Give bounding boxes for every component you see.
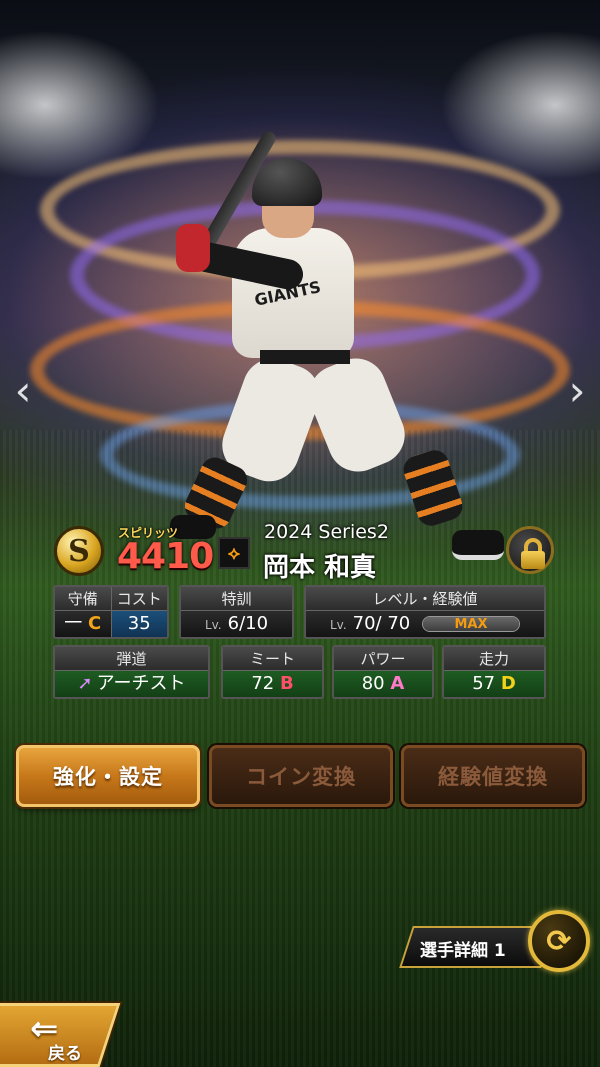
training-label: 特訓 [181, 587, 292, 611]
lock-body [521, 551, 545, 569]
exp-max-label: MAX [454, 617, 488, 632]
defense-cost-panel: 守備 コスト 一 C 35 [53, 585, 169, 639]
meet-label: ミート [223, 647, 322, 671]
defense-value: 一 C [55, 611, 111, 637]
defense-cost-values: 一 C 35 [55, 611, 167, 637]
up-right-arrow-icon: ➚ [77, 673, 93, 694]
level-lv-prefix: Lv. [329, 618, 347, 632]
meet-value: 72 [251, 673, 275, 694]
batting-glove [176, 224, 210, 272]
cost-value: 35 [110, 611, 167, 637]
next-player-arrow-icon[interactable]: › [562, 368, 592, 416]
rank-letter: S [68, 533, 90, 569]
trajectory-panel: 弾道 ➚ アーチスト [53, 645, 210, 699]
back-label[interactable]: 戻る [48, 1039, 82, 1064]
cost-label: コスト [110, 587, 167, 611]
defense-position: 一 [64, 613, 83, 634]
trajectory-label: 弾道 [55, 647, 208, 671]
trajectory-value: アーチスト [96, 673, 186, 694]
swap-view-icon[interactable]: ⟳ [528, 910, 590, 972]
coin-convert-button[interactable]: コイン変換 [209, 745, 393, 807]
level-progress: 70/ 70 [352, 613, 411, 634]
training-lv-prefix: Lv. [204, 618, 222, 632]
level-label: レベル・経験値 [306, 587, 544, 611]
training-progress: 6/10 [227, 613, 269, 634]
spirits-value: 4410 [117, 536, 214, 577]
speed-panel: 走力 57 D [442, 645, 546, 699]
defense-grade: C [88, 613, 102, 634]
player-belt [260, 350, 350, 364]
rank-badge: S [54, 526, 104, 576]
prev-player-arrow-icon[interactable]: ‹ [8, 368, 38, 416]
training-panel: 特訓 Lv. 6/10 [179, 585, 294, 639]
speed-grade: D [500, 673, 516, 694]
speed-label: 走力 [444, 647, 544, 671]
card-series: 2024 Series2 [264, 521, 389, 543]
meet-panel: ミート 72 B [221, 645, 324, 699]
exp-bar: MAX [422, 616, 520, 632]
team-logo-icon: ⟡ [218, 537, 250, 569]
training-value: Lv. 6/10 [181, 611, 292, 637]
exp-convert-button[interactable]: 経験値変換 [401, 745, 585, 807]
power-value: 80 [361, 673, 385, 694]
meet-grade: B [279, 673, 294, 694]
level-panel: レベル・経験値 Lv. 70/ 70 MAX [304, 585, 546, 639]
speed-value: 57 [472, 673, 496, 694]
level-value: Lv. 70/ 70 MAX [306, 611, 544, 637]
power-value-row: 80 A [334, 671, 432, 697]
player-torso: GIANTS [232, 228, 354, 358]
player-shoe [452, 530, 504, 560]
lock-icon[interactable] [506, 526, 554, 574]
enhance-settings-button[interactable]: 強化・設定 [16, 745, 200, 807]
defense-cost-headers: 守備 コスト [55, 587, 167, 611]
player-detail-label[interactable]: 選手詳細 1 [420, 936, 506, 961]
meet-value-row: 72 B [223, 671, 322, 697]
speed-value-row: 57 D [444, 671, 544, 697]
trajectory-value-row: ➚ アーチスト [55, 671, 208, 697]
power-grade: A [390, 673, 405, 694]
defense-label: 守備 [55, 587, 111, 611]
power-label: パワー [334, 647, 432, 671]
power-panel: パワー 80 A [332, 645, 434, 699]
player-name: 岡本 和真 [263, 553, 377, 583]
